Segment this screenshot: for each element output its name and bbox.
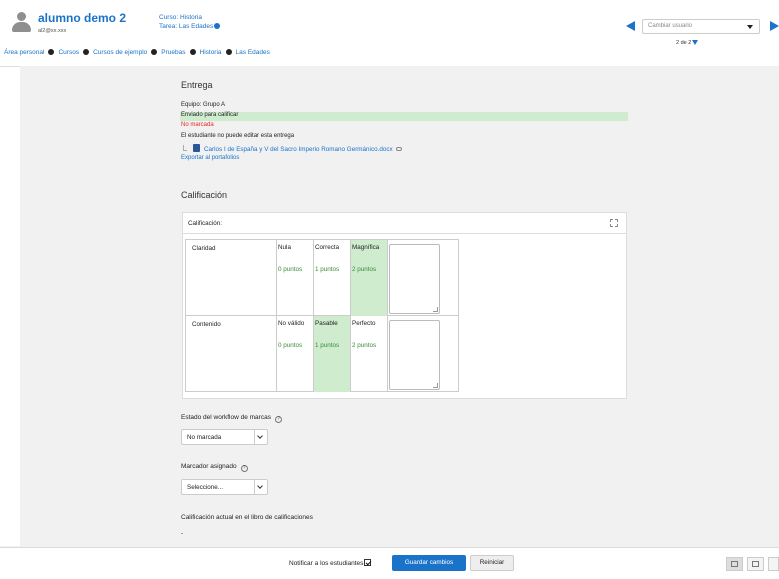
rubric-level-selected[interactable]: Pasable 1 puntos	[314, 316, 351, 392]
user-counter: 2 de 2	[676, 40, 699, 46]
portfolio-icon[interactable]	[395, 147, 402, 151]
rubric-level-selected[interactable]: Magnífica 2 puntos	[351, 240, 388, 316]
grading-status: No marcada	[181, 122, 214, 128]
level-points: 0 puntos	[278, 342, 303, 349]
criterion-name: Contenido	[186, 316, 277, 392]
previous-user-icon[interactable]	[626, 21, 635, 31]
team-label: Equipo: Grupo A	[181, 102, 226, 108]
chevron-down-icon	[254, 480, 267, 494]
rubric-level[interactable]: Perfecto 2 puntos	[351, 316, 388, 392]
grading-title: Calificación	[181, 190, 228, 200]
gradebook-value: -	[181, 530, 184, 537]
fullscreen-icon[interactable]	[610, 219, 618, 227]
gradebook-label: Calificación actual en el libro de calif…	[181, 514, 313, 521]
remark-textarea[interactable]	[389, 244, 440, 314]
breadcrumb: Área personal Cursos Cursos de ejemplo Prue…	[4, 49, 270, 56]
change-user-placeholder: Cambiar usuario	[648, 23, 693, 29]
breadcrumb-item[interactable]: Las Edades	[236, 49, 270, 56]
grading-box-header: Calificación:	[183, 213, 626, 234]
marker-value: Seleccione...	[187, 484, 224, 491]
rubric-level[interactable]: Nula 0 puntos	[277, 240, 314, 316]
level-label: Correcta	[315, 244, 340, 251]
breadcrumb-item[interactable]: Historia	[200, 49, 222, 56]
user-switcher: Cambiar usuario	[626, 19, 779, 35]
submission-title: Entrega	[181, 80, 213, 90]
chevron-right-icon	[189, 49, 196, 55]
layout-collapse-button[interactable]	[726, 557, 743, 571]
chevron-down-icon	[747, 25, 753, 29]
export-portfolio-link[interactable]: Exportar al portafolios	[181, 155, 239, 161]
marker-label-text: Marcador asignado	[181, 463, 237, 470]
chevron-down-icon	[254, 430, 267, 444]
level-label: Nula	[278, 244, 291, 251]
footer-bar: Notificar a los estudiantes Guardar camb…	[0, 547, 779, 579]
level-points: 2 puntos	[352, 342, 377, 349]
reset-button[interactable]: Reiniciar	[470, 555, 514, 571]
chevron-right-icon	[48, 49, 55, 55]
submitted-file: Carlos I de España y V del Sacro Imperio…	[183, 144, 402, 153]
level-label: No válido	[278, 320, 305, 327]
user-avatar-icon	[11, 12, 31, 34]
user-name-link[interactable]: alumno demo 2	[38, 11, 126, 25]
user-email: al2@xx.xxx	[38, 28, 67, 34]
task-link[interactable]: Tarea: Las Edades	[159, 23, 213, 30]
marker-label: Marcador asignado?	[181, 463, 248, 472]
resize-handle-icon[interactable]	[433, 307, 438, 312]
notify-students: Notificar a los estudiantes	[289, 559, 372, 567]
rubric-table: Claridad Nula 0 puntos Correcta 1 puntos M…	[185, 239, 459, 392]
collapse-panel-icon	[731, 561, 738, 567]
help-icon[interactable]: ?	[274, 416, 282, 423]
rubric-level[interactable]: No válido 0 puntos	[277, 316, 314, 392]
notify-label: Notificar a los estudiantes	[289, 560, 364, 567]
layout-expand-button[interactable]	[768, 557, 779, 571]
change-user-select[interactable]: Cambiar usuario	[642, 19, 760, 34]
tree-line-icon	[183, 145, 187, 151]
submission-status: Enviado para calificar	[180, 112, 628, 121]
next-user-icon[interactable]	[770, 21, 779, 31]
workflow-label-text: Estado del workflow de marcas	[181, 414, 271, 421]
save-button[interactable]: Guardar cambios	[392, 555, 466, 571]
rubric-row: Contenido No válido 0 puntos Pasable 1 pun…	[186, 316, 458, 392]
layout-split-button[interactable]	[747, 557, 764, 571]
workflow-label: Estado del workflow de marcas?	[181, 414, 282, 423]
chevron-right-icon	[151, 49, 158, 55]
chevron-right-icon	[225, 49, 232, 55]
rubric-row: Claridad Nula 0 puntos Correcta 1 puntos M…	[186, 240, 458, 316]
split-panel-icon	[752, 561, 759, 567]
breadcrumb-item[interactable]: Cursos de ejemplo	[93, 49, 147, 56]
breadcrumb-item[interactable]: Pruebas	[161, 49, 185, 56]
course-link[interactable]: Curso: Historia	[159, 13, 220, 22]
file-link[interactable]: Carlos I de España y V del Sacro Imperio…	[204, 146, 393, 153]
notify-checkbox[interactable]	[364, 559, 372, 566]
level-label: Pasable	[315, 320, 338, 327]
word-file-icon	[193, 144, 200, 152]
level-points: 0 puntos	[278, 266, 303, 273]
level-points: 2 puntos	[352, 266, 377, 273]
remark-textarea[interactable]	[389, 320, 440, 390]
grading-box-label: Calificación:	[188, 220, 222, 227]
level-points: 1 puntos	[315, 266, 340, 273]
criterion-name: Claridad	[186, 240, 277, 316]
header-bar: alumno demo 2 al2@xx.xxx Curso: Historia…	[0, 0, 779, 66]
edit-status: El estudiante no puede editar esta entre…	[181, 133, 295, 139]
workflow-select[interactable]: No marcada	[181, 429, 268, 445]
resize-handle-icon[interactable]	[433, 383, 438, 388]
level-label: Perfecto	[352, 320, 376, 327]
task-menu-icon[interactable]	[214, 23, 221, 29]
breadcrumb-item[interactable]: Cursos	[58, 49, 79, 56]
chevron-right-icon	[83, 49, 90, 55]
workflow-value: No marcada	[187, 434, 222, 441]
rubric-level[interactable]: Correcta 1 puntos	[314, 240, 351, 316]
breadcrumb-item[interactable]: Área personal	[4, 49, 44, 56]
help-icon[interactable]: ?	[240, 465, 248, 472]
level-label: Magnífica	[352, 244, 380, 251]
level-points: 1 puntos	[315, 342, 340, 349]
marker-select[interactable]: Seleccione...	[181, 479, 268, 495]
left-panel	[0, 66, 20, 546]
user-counter-text: 2 de 2	[676, 40, 692, 46]
filter-icon[interactable]	[692, 40, 699, 45]
course-info: Curso: Historia Tarea: Las Edades	[159, 13, 221, 31]
